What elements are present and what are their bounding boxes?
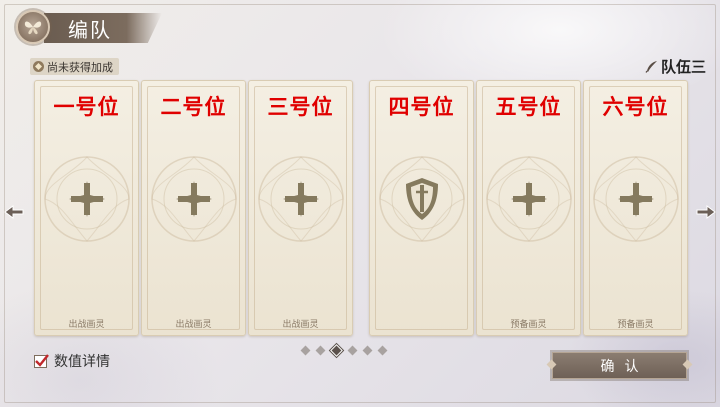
slot-title: 四号位	[388, 94, 455, 119]
bonus-diamond-icon	[33, 61, 44, 72]
shield-icon	[405, 178, 438, 220]
plus-icon	[510, 181, 547, 217]
page-dot-active[interactable]	[330, 344, 343, 357]
slot-3[interactable]: 三号位 出战画灵	[248, 80, 353, 336]
arrow-left-icon	[4, 205, 24, 219]
slot-title: 三号位	[267, 94, 334, 119]
slot-title: 二号位	[160, 94, 227, 119]
slot-footer: 出战画灵	[282, 320, 319, 330]
plus-icon	[175, 181, 212, 217]
team-name[interactable]: 队伍三	[645, 56, 706, 77]
next-team-arrow[interactable]	[695, 201, 717, 223]
plus-icon	[282, 181, 319, 217]
slot-5[interactable]: 五号位 预备画灵	[476, 80, 581, 336]
stats-details-label: 数值详情	[54, 354, 110, 370]
slot-title: 五号位	[495, 94, 562, 119]
quill-icon	[645, 61, 657, 73]
page-title: 编队	[68, 18, 112, 42]
plus-icon	[68, 181, 105, 217]
slot-footer: 预备画灵	[617, 320, 654, 330]
plus-icon	[617, 181, 654, 217]
slot-2[interactable]: 二号位 出战画灵	[141, 80, 246, 336]
page-dot[interactable]	[315, 345, 326, 356]
slot-6[interactable]: 六号位 预备画灵	[583, 80, 688, 336]
page-indicator	[300, 344, 388, 357]
slot-footer: 预备画灵	[510, 320, 547, 330]
slot-title: 六号位	[602, 94, 669, 119]
page-dot[interactable]	[347, 345, 358, 356]
checkmark-icon	[35, 353, 49, 367]
stats-checkbox[interactable]	[34, 353, 49, 368]
slot-footer: 出战画灵	[175, 320, 212, 330]
page-dot[interactable]	[377, 345, 388, 356]
butterfly-back-icon	[24, 21, 42, 35]
team-name-label: 队伍三	[660, 58, 706, 76]
page-dot[interactable]	[300, 345, 311, 356]
arrow-right-icon	[696, 205, 716, 219]
confirm-button[interactable]: 确认	[552, 352, 687, 379]
page-dot[interactable]	[362, 345, 373, 356]
slot-footer: 出战画灵	[68, 320, 105, 330]
slot-1[interactable]: 一号位 出战画灵	[34, 80, 139, 336]
slot-title: 一号位	[53, 94, 120, 119]
bonus-status-tag[interactable]: 尚未获得加成	[30, 58, 119, 75]
stats-details-toggle[interactable]: 数值详情	[34, 351, 110, 371]
slot-4[interactable]: 四号位	[369, 80, 474, 336]
prev-team-arrow[interactable]	[3, 201, 25, 223]
bonus-status-label: 尚未获得加成	[47, 60, 113, 74]
back-button[interactable]	[16, 10, 50, 44]
